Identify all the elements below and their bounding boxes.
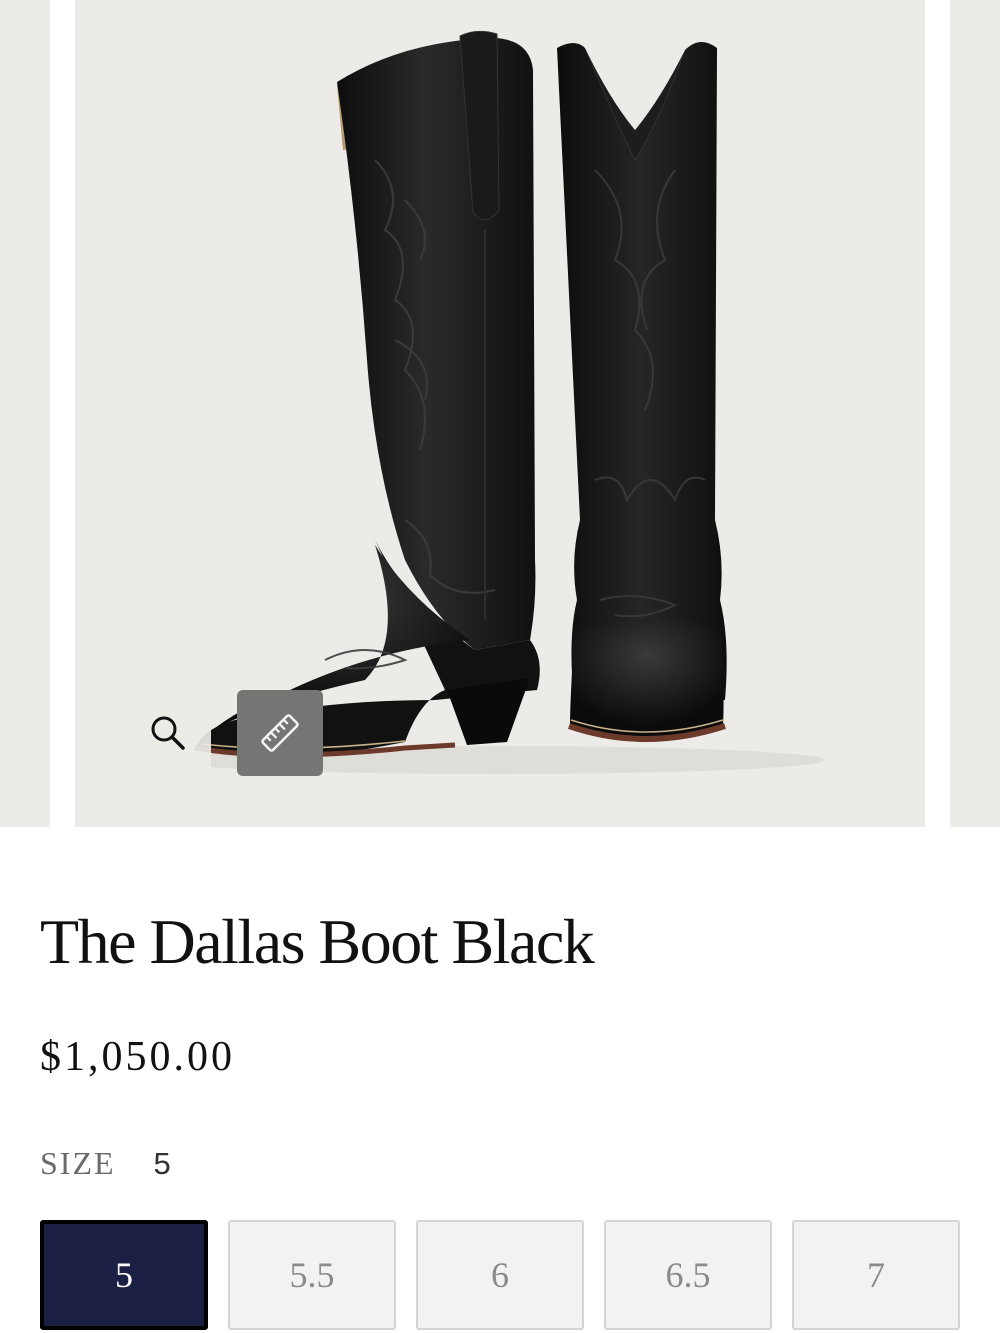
size-option-6[interactable]: 6 xyxy=(416,1220,584,1330)
product-image-carousel[interactable] xyxy=(0,0,1000,827)
product-title: The Dallas Boot Black xyxy=(40,906,595,977)
search-icon xyxy=(151,716,185,750)
zoom-button[interactable] xyxy=(125,690,211,776)
size-option-6-5[interactable]: 6.5 xyxy=(604,1220,772,1330)
size-label: SIZE xyxy=(40,1145,116,1181)
previous-slide-peek[interactable] xyxy=(0,0,50,827)
product-price: $1,050.00 xyxy=(40,1034,235,1080)
size-selection-summary: SIZE 5 xyxy=(40,1145,171,1182)
size-guide-button[interactable] xyxy=(237,690,323,776)
size-options: 5 5.5 6 6.5 7 xyxy=(40,1220,960,1330)
next-slide-peek[interactable] xyxy=(950,0,1000,827)
size-option-5[interactable]: 5 xyxy=(40,1220,208,1330)
size-option-5-5[interactable]: 5.5 xyxy=(228,1220,396,1330)
size-option-7[interactable]: 7 xyxy=(792,1220,960,1330)
selected-size-value: 5 xyxy=(153,1146,171,1181)
ruler-icon xyxy=(261,714,299,752)
